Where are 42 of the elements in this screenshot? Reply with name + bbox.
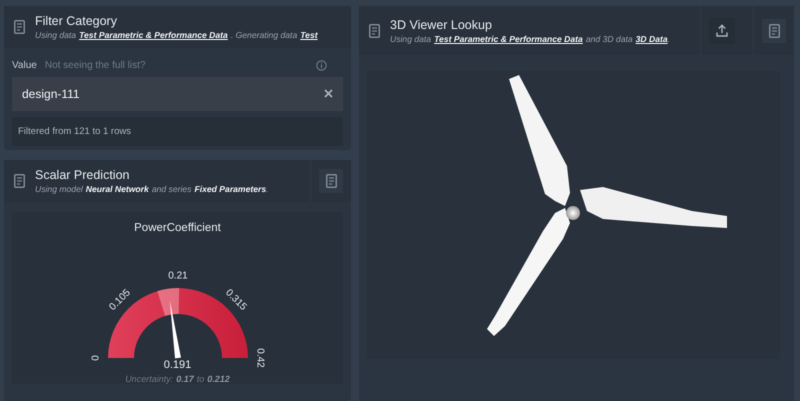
- upload-icon: [716, 24, 728, 37]
- gauge-value: 0.191: [164, 359, 192, 371]
- 3d-viewer[interactable]: [367, 71, 780, 359]
- export-button[interactable]: [709, 18, 735, 44]
- subtitle-text: and 3D data: [586, 34, 633, 44]
- data-link[interactable]: Test Parametric & Performance Data: [434, 34, 583, 44]
- gauge-tick-label: 0.21: [168, 270, 188, 282]
- subtitle-value: Neural Network: [86, 184, 149, 194]
- gauge-tick-label: 0: [90, 355, 102, 361]
- info-icon[interactable]: [316, 60, 327, 71]
- document-icon: [14, 20, 25, 34]
- subtitle-text: Using model: [35, 184, 83, 194]
- subtitle-text: .: [668, 34, 670, 44]
- field-label: Value: [12, 60, 37, 71]
- uncertainty-text: to: [196, 374, 204, 384]
- document-button[interactable]: [319, 169, 343, 193]
- document-button[interactable]: [762, 18, 786, 42]
- subtitle-text: Using data: [390, 34, 432, 44]
- uncertainty-text: Uncertainty:: [125, 374, 174, 384]
- document-icon: [768, 24, 780, 38]
- subtitle-text: Using data: [35, 30, 76, 40]
- data-link[interactable]: Test Parametric & Performance Data: [79, 30, 228, 40]
- uncertainty-value: 0.17: [176, 374, 194, 384]
- subtitle-text: .: [266, 184, 269, 194]
- input-field[interactable]: design-111: [12, 77, 343, 111]
- subtitle-text: . Generating data: [230, 30, 298, 40]
- clear-icon[interactable]: [324, 89, 333, 98]
- panel-title: Filter Category: [35, 14, 118, 28]
- gauge-title: PowerCoefficient: [134, 222, 221, 234]
- document-icon: [369, 24, 380, 38]
- subtitle-value: Fixed Parameters: [194, 184, 266, 194]
- panel-title: 3D Viewer Lookup: [390, 18, 493, 32]
- uncertainty-value: 0.212: [207, 374, 230, 384]
- hint-text: Not seeing the full list?: [44, 60, 146, 71]
- document-icon: [14, 174, 25, 188]
- status-text: Filtered from 121 to 1 rows: [12, 117, 343, 146]
- data-link[interactable]: 3D Data: [636, 34, 668, 44]
- gauge-tick-label: 0.42: [254, 348, 265, 368]
- document-icon: [326, 174, 336, 188]
- panel-title: Scalar Prediction: [35, 168, 130, 182]
- data-link[interactable]: Test: [300, 30, 318, 40]
- subtitle-text: and series: [152, 184, 192, 194]
